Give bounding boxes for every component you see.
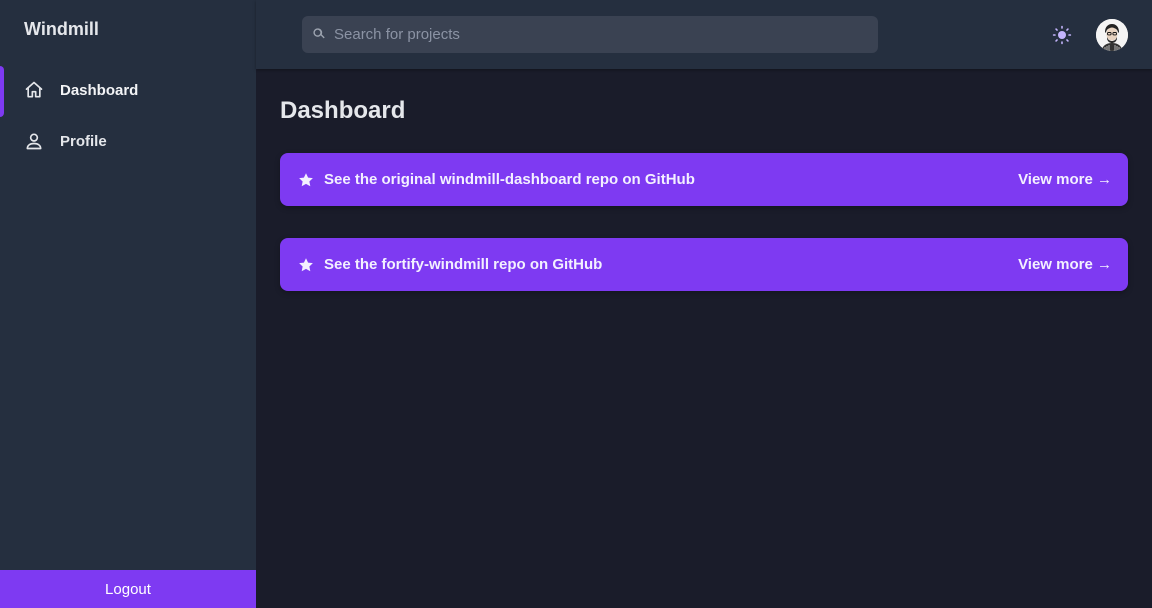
github-repo-card[interactable]: See the original windmill-dashboard repo… [280, 153, 1128, 206]
avatar[interactable] [1096, 19, 1128, 51]
sidebar-item-dashboard[interactable]: Dashboard [0, 66, 256, 117]
sidebar-item-label: Dashboard [60, 81, 139, 99]
card-text: See the fortify-windmill repo on GitHub [324, 256, 603, 273]
brand-logo[interactable]: Windmill [24, 19, 99, 40]
star-icon [298, 257, 314, 273]
sidebar-item-label: Profile [60, 132, 107, 150]
sidebar-item-profile[interactable]: Profile [0, 117, 256, 165]
view-more-link[interactable]: View more → [1018, 256, 1112, 273]
active-indicator [0, 66, 4, 117]
home-icon [24, 80, 44, 100]
user-icon [24, 131, 44, 151]
card-text: See the original windmill-dashboard repo… [324, 171, 695, 188]
search-input[interactable] [334, 16, 864, 53]
top-bar [256, 0, 1152, 69]
page-title: Dashboard [280, 97, 406, 124]
search-icon [312, 27, 326, 41]
sun-icon[interactable] [1052, 25, 1072, 45]
main-content: Dashboard See the original windmill-dash… [256, 69, 1152, 608]
view-more-link[interactable]: View more → [1018, 171, 1112, 188]
logout-button[interactable]: Logout [0, 570, 256, 608]
sidebar: Windmill Dashboard Profile Logout [0, 0, 256, 608]
star-icon [298, 172, 314, 188]
github-repo-card[interactable]: See the fortify-windmill repo on GitHub … [280, 238, 1128, 291]
search-box [302, 16, 878, 53]
